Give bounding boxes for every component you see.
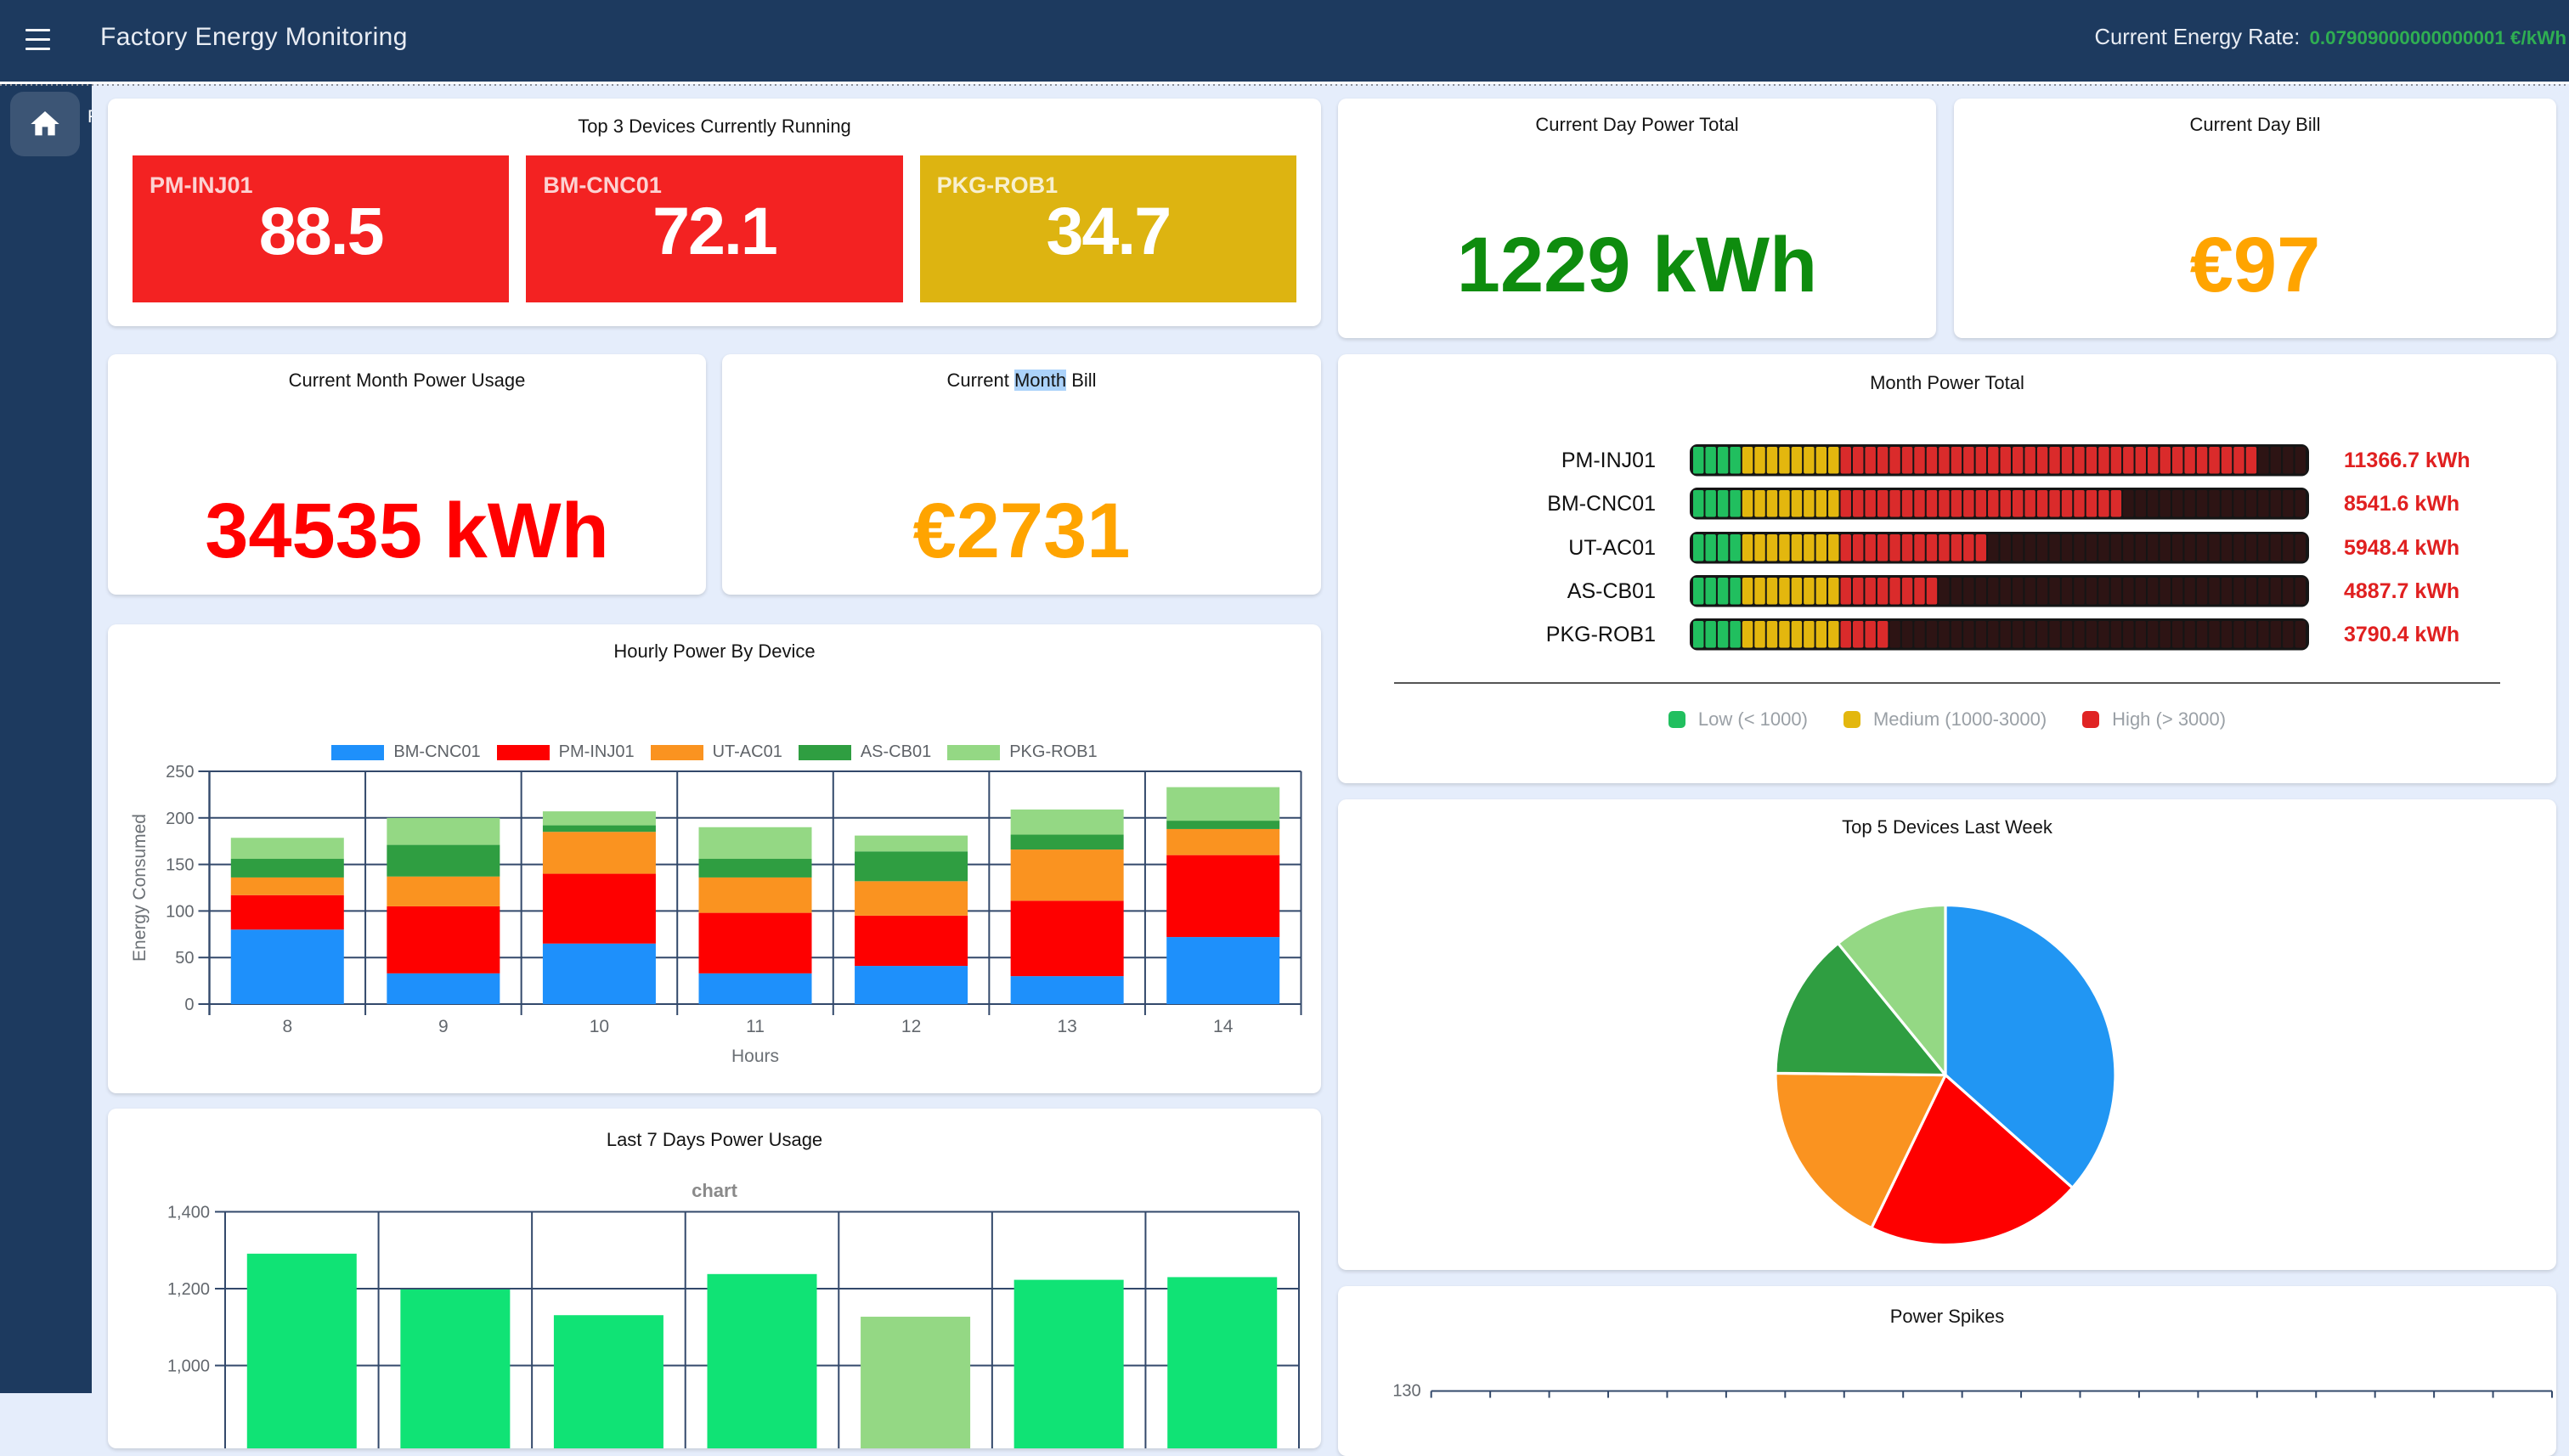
svg-text:11: 11 [746,1017,765,1036]
svg-text:Hours: Hours [731,1047,779,1066]
svg-text:1,200: 1,200 [167,1280,210,1299]
svg-text:200: 200 [166,810,194,828]
svg-text:10: 10 [590,1017,609,1036]
svg-text:0: 0 [184,996,194,1014]
svg-text:9: 9 [438,1017,449,1036]
svg-text:150: 150 [166,856,194,875]
svg-text:1,000: 1,000 [167,1357,210,1376]
svg-text:8: 8 [282,1017,292,1036]
svg-text:Energy Consumed: Energy Consumed [130,814,150,962]
svg-text:100: 100 [166,902,194,921]
svg-text:1,400: 1,400 [167,1204,210,1222]
svg-text:250: 250 [166,763,194,782]
svg-text:130: 130 [1392,1381,1420,1400]
svg-text:12: 12 [901,1017,921,1036]
svg-text:14: 14 [1213,1017,1234,1036]
svg-text:13: 13 [1057,1017,1076,1036]
svg-text:50: 50 [175,949,194,968]
